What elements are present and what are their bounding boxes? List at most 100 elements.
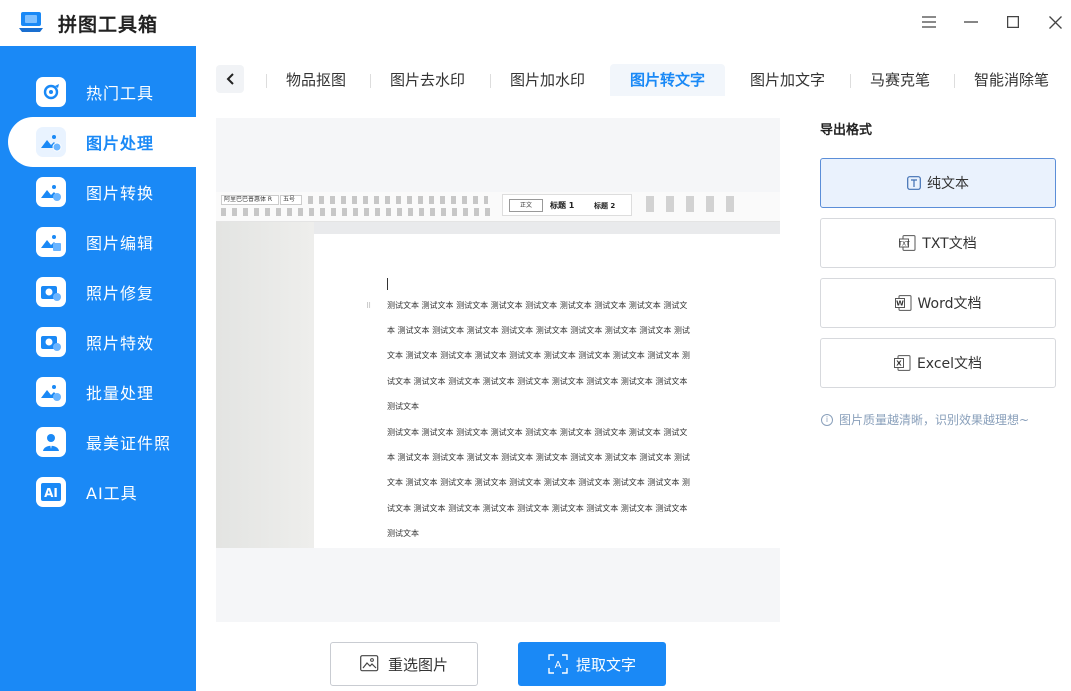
ribbon-toolbar-right	[646, 196, 746, 212]
sidebar-item-label: 照片特效	[86, 334, 155, 353]
image-preview: 阿里巴巴普惠体 R 五号 正文 标题 1 标题 2 ⠿ 测试文本 测试文本 测试…	[216, 118, 780, 622]
tab-bar: 物品抠图 图片去水印 图片加水印 图片转文字 图片加文字 马赛克笔 智能消除笔	[196, 46, 1071, 98]
tab-divider	[266, 74, 267, 88]
reselect-image-label: 重选图片	[387, 655, 448, 674]
tab-remove-watermark[interactable]: 图片去水印	[390, 64, 465, 96]
batch-icon	[36, 377, 66, 407]
photo-repair-icon	[36, 277, 66, 307]
reselect-image-button[interactable]: 重选图片	[330, 642, 478, 686]
sidebar-item-photo-effect[interactable]: 照片特效	[0, 317, 196, 367]
extract-text-label: 提取文字	[575, 655, 636, 674]
format-excel-button[interactable]: X Excel文档	[820, 338, 1056, 388]
sidebar-item-image-edit[interactable]: 图片编辑	[0, 217, 196, 267]
quality-tip: i 图片质量越清晰，识别效果越理想~	[821, 411, 1029, 428]
svg-text:AI: AI	[44, 486, 58, 500]
document-line: 试文本 测试文本 测试文本 测试文本 测试文本 测试文本 测试文本 测试文本 测…	[387, 504, 688, 513]
document-line: 测试文本	[387, 529, 419, 538]
style-normal: 正文	[509, 199, 543, 212]
sidebar-item-label: 批量处理	[86, 384, 155, 403]
export-format-title: 导出格式	[820, 123, 873, 138]
format-label: Excel文档	[916, 356, 983, 372]
sidebar-item-photo-repair[interactable]: 照片修复	[0, 267, 196, 317]
format-word-button[interactable]: W Word文档	[820, 278, 1056, 328]
title-bar: 拼图工具箱	[0, 0, 1071, 46]
document-line: 本 测试文本 测试文本 测试文本 测试文本 测试文本 测试文本 测试文本 测试文…	[387, 453, 690, 462]
style-heading-1: 标题 1	[550, 201, 575, 210]
sidebar-item-hot-tools[interactable]: 热门工具	[0, 67, 196, 117]
sidebar-item-label: 照片修复	[86, 284, 155, 303]
format-plain-text-button[interactable]: 纯文本	[820, 158, 1056, 208]
sidebar-item-label: 图片编辑	[86, 234, 155, 253]
svg-text:A: A	[555, 660, 562, 671]
svg-text:W: W	[896, 300, 904, 308]
image-convert-icon	[36, 177, 66, 207]
document-line: 本 测试文本 测试文本 测试文本 测试文本 测试文本 测试文本 测试文本 测试文…	[387, 326, 690, 335]
excel-file-icon: X	[893, 355, 911, 371]
document-page: ⠿ 测试文本 测试文本 测试文本 测试文本 测试文本 测试文本 测试文本 测试文…	[314, 234, 780, 548]
document-line: 文本 测试文本 测试文本 测试文本 测试文本 测试文本 测试文本 测试文本 测试…	[387, 478, 690, 487]
svg-text:TXT: TXT	[899, 241, 910, 248]
id-photo-icon	[36, 427, 66, 457]
format-label: 纯文本	[927, 176, 969, 192]
ai-icon: AI	[36, 477, 66, 507]
document-area: ⠿ 测试文本 测试文本 测试文本 测试文本 测试文本 测试文本 测试文本 测试文…	[216, 222, 780, 548]
word-file-icon: W	[894, 295, 912, 311]
photo-effect-icon	[36, 327, 66, 357]
app-title: 拼图工具箱	[58, 14, 159, 36]
document-line: 试文本 测试文本 测试文本 测试文本 测试文本 测试文本 测试文本 测试文本 测…	[387, 377, 688, 386]
close-icon[interactable]	[1043, 10, 1067, 34]
format-txt-button[interactable]: TXT TXT文档	[820, 218, 1056, 268]
document-ribbon: 阿里巴巴普惠体 R 五号 正文 标题 1 标题 2	[216, 192, 780, 222]
document-line: 测试文本	[387, 402, 419, 411]
text-scan-icon: A	[548, 654, 568, 674]
info-icon: i	[821, 413, 833, 426]
ribbon-size-select: 五号	[280, 195, 302, 205]
minimize-icon[interactable]	[959, 10, 983, 34]
tab-divider	[370, 74, 371, 88]
svg-text:X: X	[896, 360, 902, 368]
text-icon	[907, 176, 921, 190]
txt-file-icon: TXT	[899, 235, 916, 251]
sidebar-item-label: AI工具	[86, 484, 138, 503]
tab-add-watermark[interactable]: 图片加水印	[510, 64, 585, 96]
chevron-left-icon	[226, 73, 234, 85]
back-button[interactable]	[216, 65, 244, 93]
image-icon	[360, 655, 380, 673]
sidebar-item-image-process[interactable]: 图片处理	[8, 117, 196, 167]
tab-mosaic-pen[interactable]: 马赛克笔	[870, 64, 930, 96]
image-edit-icon	[36, 227, 66, 257]
format-label: Word文档	[917, 296, 982, 312]
sidebar-item-batch[interactable]: 批量处理	[0, 367, 196, 417]
sidebar-item-id-photo[interactable]: 最美证件照	[0, 417, 196, 467]
quality-tip-text: 图片质量越清晰，识别效果越理想~	[839, 413, 1030, 427]
sidebar-item-image-convert[interactable]: 图片转换	[0, 167, 196, 217]
tab-add-text[interactable]: 图片加文字	[750, 64, 825, 96]
document-margin	[216, 222, 314, 548]
tab-divider	[490, 74, 491, 88]
sidebar-item-label: 图片处理	[86, 134, 155, 153]
paragraph-handle-icon: ⠿	[366, 302, 372, 310]
sidebar-item-label: 最美证件照	[86, 434, 172, 453]
sidebar-item-ai-tools[interactable]: AI AI工具	[0, 467, 196, 517]
document-line: 文本 测试文本 测试文本 测试文本 测试文本 测试文本 测试文本 测试文本 测试…	[387, 351, 690, 360]
tab-object-cutout[interactable]: 物品抠图	[286, 64, 346, 96]
tab-image-to-text[interactable]: 图片转文字	[610, 64, 726, 96]
ribbon-toolbar-row2	[221, 208, 491, 216]
extract-text-button[interactable]: A 提取文字	[518, 642, 666, 686]
tab-divider	[850, 74, 851, 88]
image-process-icon	[36, 127, 66, 157]
document-line: 测试文本 测试文本 测试文本 测试文本 测试文本 测试文本 测试文本 测试文本 …	[387, 301, 688, 310]
sidebar: 热门工具 图片处理 图片转换 图片编辑 照片修复 照片特效 批量处理 最美证件照…	[0, 46, 196, 691]
menu-icon[interactable]	[917, 10, 941, 34]
maximize-icon[interactable]	[1001, 10, 1025, 34]
document-line: 测试文本 测试文本 测试文本 测试文本 测试文本 测试文本 测试文本 测试文本 …	[387, 428, 688, 437]
ribbon-font-select: 阿里巴巴普惠体 R	[221, 195, 279, 205]
sidebar-item-label: 热门工具	[86, 84, 155, 103]
ribbon-toolbar-row1	[308, 196, 488, 204]
format-label: TXT文档	[922, 236, 977, 252]
ribbon-style-gallery: 正文 标题 1 标题 2	[502, 194, 632, 216]
app-logo-icon	[18, 10, 44, 34]
style-heading-2: 标题 2	[594, 202, 616, 210]
tab-smart-eraser[interactable]: 智能消除笔	[974, 64, 1049, 96]
sidebar-item-label: 图片转换	[86, 184, 155, 203]
